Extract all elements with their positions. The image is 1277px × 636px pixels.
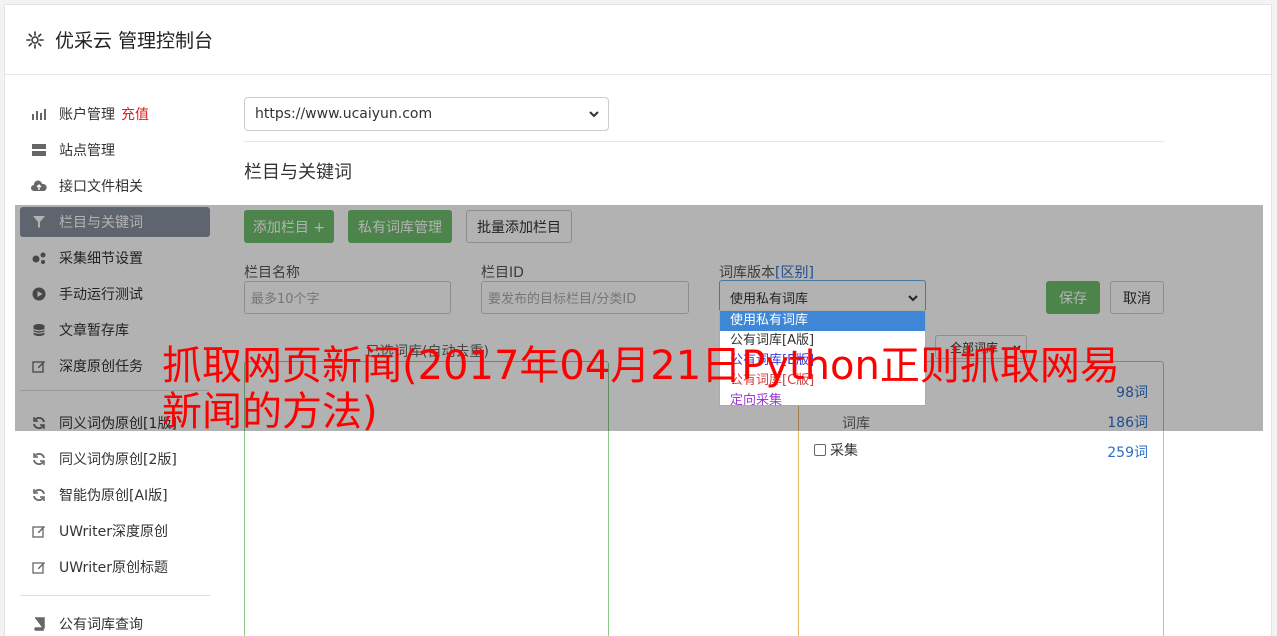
edit-icon [31, 559, 47, 575]
sidebar-item-label: 接口文件相关 [59, 179, 143, 195]
dropdown-option[interactable]: 使用私有词库 [720, 311, 925, 331]
divider [244, 141, 1164, 142]
sidebar-divider [20, 595, 210, 596]
collect-checkbox[interactable] [814, 444, 826, 456]
sidebar-item-label: 账户管理 [59, 107, 115, 123]
sidebar-item-label: 智能伪原创[AI版] [59, 488, 168, 504]
sidebar-item-synonym-v2[interactable]: 同义词伪原创[2版] [20, 444, 210, 474]
sidebar-item-interface[interactable]: 接口文件相关 [20, 171, 210, 201]
site-select-value: https://www.ucaiyun.com [255, 106, 433, 122]
sidebar-item-label: 同义词伪原创[2版] [59, 452, 177, 468]
gear-icon [25, 30, 45, 50]
cloud-upload-icon [31, 178, 47, 194]
sidebar-item-uwriter-title[interactable]: UWriter原创标题 [20, 552, 210, 582]
section-title: 栏目与关键词 [244, 162, 352, 183]
page-title: 优采云 管理控制台 [55, 30, 214, 52]
sidebar-item-label: UWriter原创标题 [59, 560, 168, 576]
refresh-icon [31, 451, 47, 467]
lib-count: 259词 [1107, 445, 1148, 461]
chevron-down-icon [588, 108, 600, 124]
edit-icon [31, 523, 47, 539]
refresh-icon [31, 487, 47, 503]
sidebar-item-sites[interactable]: 站点管理 [20, 135, 210, 165]
sidebar-item-uwriter-deep[interactable]: UWriter深度原创 [20, 516, 210, 546]
collect-checkbox-row[interactable]: 采集 [814, 440, 858, 460]
site-select[interactable]: https://www.ucaiyun.com [244, 97, 609, 131]
sidebar-item-ai-original[interactable]: 智能伪原创[AI版] [20, 480, 210, 510]
server-icon [31, 142, 47, 158]
sidebar-item-public-lib[interactable]: 公有词库查询 [20, 609, 210, 636]
collect-checkbox-label: 采集 [830, 443, 858, 459]
sidebar-item-label: 公有词库查询 [59, 617, 143, 633]
sidebar-item-label: UWriter深度原创 [59, 524, 168, 540]
book-icon [31, 616, 47, 632]
bar-chart-icon [31, 106, 47, 122]
recharge-link[interactable]: 充值 [121, 104, 149, 124]
sidebar-item-account[interactable]: 账户管理 充值 [20, 99, 210, 129]
overlay-article-title: 抓取网页新闻(2017年04月21日Python正则抓取网易新闻的方法) [162, 343, 1120, 435]
header-bar: 优采云 管理控制台 [5, 5, 1271, 75]
sidebar-item-label: 站点管理 [59, 143, 115, 159]
